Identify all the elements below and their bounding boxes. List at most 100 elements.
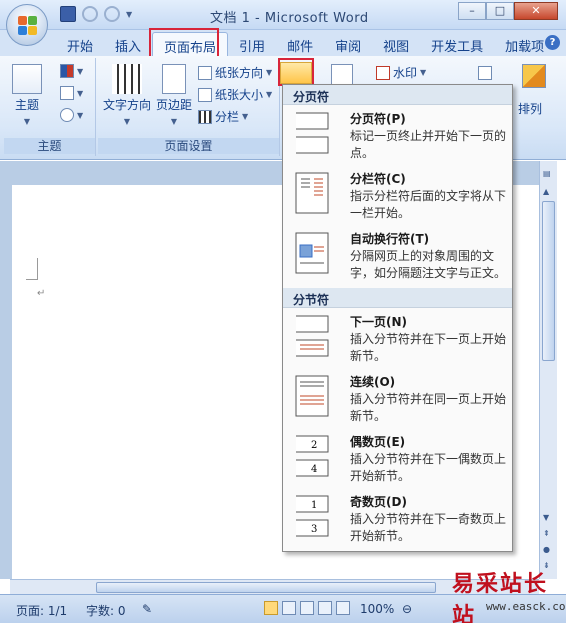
- text-direction-label: 文字方向: [102, 98, 151, 112]
- title-bar: ▼ 文档 1 - Microsoft Word – □ ✕: [0, 0, 566, 30]
- theme-effects-button[interactable]: ▼: [60, 108, 83, 122]
- tab-view[interactable]: 视图: [372, 32, 420, 56]
- minimize-button[interactable]: –: [458, 2, 486, 20]
- undo-icon[interactable]: [82, 6, 98, 22]
- ruler-toggle-icon[interactable]: ▤: [543, 169, 551, 178]
- continuous-title: 连续(O): [350, 375, 396, 389]
- active-tab-highlight: [149, 28, 219, 58]
- theme-fonts-icon: [60, 86, 74, 100]
- themes-group: 主题 ▼ ▼ ▼ ▼ 主题: [4, 58, 96, 156]
- continuous-desc: 插入分节符并在同一页上开始新节。: [350, 392, 507, 423]
- scroll-up-icon[interactable]: ▲: [543, 187, 549, 196]
- menu-item-text-wrapping[interactable]: 自动换行符(T) 分隔网页上的对象周围的文字，如分隔题注文字与正文。: [283, 225, 512, 288]
- text-direction-dropdown-icon: ▼: [123, 117, 131, 126]
- next-page-icon: [296, 315, 329, 357]
- size-label: 纸张大小: [215, 88, 264, 102]
- themes-button[interactable]: 主题 ▼: [10, 64, 44, 127]
- watermark-icon: [376, 65, 390, 80]
- theme-colors-button[interactable]: ▼: [60, 64, 83, 78]
- text-wrapping-title: 自动换行符(T): [350, 232, 430, 246]
- web-layout-icon[interactable]: [300, 601, 314, 615]
- draft-view-icon[interactable]: [336, 601, 350, 615]
- office-logo-icon: [18, 16, 38, 36]
- arrange-label: 排列: [518, 102, 543, 116]
- proofing-icon[interactable]: ✎: [142, 602, 152, 616]
- outline-view-icon[interactable]: [318, 601, 332, 615]
- site-watermark-logo: 易采站长站: [452, 571, 549, 623]
- prev-page-icon[interactable]: ⇞: [543, 529, 550, 538]
- orientation-label: 纸张方向: [215, 66, 264, 80]
- breaks-button-highlight: [278, 58, 314, 86]
- size-button[interactable]: 纸张大小 ▼: [198, 86, 272, 103]
- menu-item-column-break[interactable]: 分栏符(C) 指示分栏符后面的文字将从下一栏开始。: [283, 165, 512, 225]
- scroll-down-icon[interactable]: ▼: [543, 513, 549, 522]
- themes-dropdown-icon: ▼: [23, 117, 31, 126]
- text-wrapping-desc: 分隔网页上的对象周围的文字，如分隔题注文字与正文。: [350, 249, 507, 280]
- breaks-dropdown-menu: 分页符 分页符(P) 标记一页终止并开始下一页的点。 分栏符(C) 指示分栏符后…: [282, 84, 513, 552]
- even-page-desc: 插入分节符并在下一偶数页上开始新节。: [350, 452, 507, 483]
- word-count[interactable]: 字数: 0: [86, 602, 126, 619]
- menu-item-page-break[interactable]: 分页符(P) 标记一页终止并开始下一页的点。: [283, 105, 512, 165]
- page-setup-group: 文字方向 ▼ 页边距 ▼ 纸张方向 ▼ 纸张大小 ▼ 分栏 ▼ 页面设置: [98, 58, 280, 156]
- tab-developer[interactable]: 开发工具: [420, 32, 494, 56]
- text-wrapping-icon: [295, 232, 329, 274]
- vertical-scrollbar[interactable]: ▤ ▲ ▼ ⇞ ● ⇟: [539, 161, 557, 579]
- orientation-icon: [198, 65, 212, 80]
- theme-fonts-button[interactable]: ▼: [60, 86, 83, 100]
- zoom-level[interactable]: 100%: [360, 602, 394, 616]
- size-icon: [198, 87, 212, 102]
- orientation-button[interactable]: 纸张方向 ▼: [198, 64, 272, 81]
- text-direction-icon: [112, 64, 142, 94]
- tab-insert[interactable]: 插入: [104, 32, 152, 56]
- page-count[interactable]: 页面: 1/1: [16, 602, 67, 619]
- menu-item-next-page[interactable]: 下一页(N) 插入分节符并在下一页上开始新节。: [283, 308, 512, 368]
- indent-partial: [478, 66, 492, 80]
- columns-button[interactable]: 分栏 ▼: [198, 108, 248, 125]
- office-button[interactable]: [6, 4, 48, 46]
- print-layout-view-icon[interactable]: [264, 601, 278, 615]
- themes-icon: [12, 64, 42, 94]
- margins-icon: [162, 64, 186, 94]
- close-button[interactable]: ✕: [514, 2, 558, 20]
- tab-references[interactable]: 引用: [228, 32, 276, 56]
- redo-icon[interactable]: [104, 6, 120, 22]
- page-break-desc: 标记一页终止并开始下一页的点。: [350, 129, 507, 160]
- tab-mailings[interactable]: 邮件: [276, 32, 324, 56]
- arrange-button[interactable]: [514, 64, 554, 90]
- odd-icon-label-b: 3: [311, 524, 317, 535]
- margins-label: 页边距: [155, 98, 192, 112]
- vertical-scroll-thumb[interactable]: [542, 201, 555, 361]
- paragraph-icon: [478, 66, 492, 80]
- site-watermark-url: www.easck.com: [486, 600, 566, 613]
- margins-button[interactable]: 页边距 ▼: [154, 64, 194, 127]
- window-controls: – □ ✕: [458, 2, 558, 20]
- watermark-label: 水印: [393, 66, 418, 80]
- next-page-title: 下一页(N): [350, 315, 408, 329]
- menu-item-continuous[interactable]: 连续(O) 插入分节符并在同一页上开始新节。: [283, 368, 512, 428]
- menu-item-even-page[interactable]: 2 4 偶数页(E) 插入分节符并在下一偶数页上开始新节。: [283, 428, 512, 488]
- watermark-button[interactable]: 水印 ▼: [376, 64, 426, 81]
- window-title: 文档 1 - Microsoft Word: [210, 11, 369, 26]
- margins-dropdown-icon: ▼: [170, 117, 178, 126]
- odd-page-title: 奇数页(D): [350, 495, 407, 509]
- page-breaks-header: 分页符: [283, 85, 512, 105]
- zoom-out-icon[interactable]: ⊖: [402, 602, 412, 616]
- section-breaks-header: 分节符: [283, 288, 512, 308]
- text-direction-button[interactable]: 文字方向 ▼: [102, 64, 152, 127]
- horizontal-scroll-thumb[interactable]: [96, 582, 436, 593]
- full-screen-reading-icon[interactable]: [282, 601, 296, 615]
- ribbon-tabs: 开始 插入 页面布局 引用 邮件 审阅 视图 开发工具 加载项: [56, 32, 555, 56]
- customize-qat-icon[interactable]: ▼: [126, 10, 132, 19]
- columns-icon: [198, 109, 212, 124]
- tab-review[interactable]: 审阅: [324, 32, 372, 56]
- column-break-icon: [295, 172, 329, 214]
- tab-home[interactable]: 开始: [56, 32, 104, 56]
- ribbon-tab-row: 开始 插入 页面布局 引用 邮件 审阅 视图 开发工具 加载项 ?: [0, 30, 566, 56]
- menu-item-odd-page[interactable]: 1 3 奇数页(D) 插入分节符并在下一奇数页上开始新节。: [283, 488, 512, 548]
- help-icon[interactable]: ?: [545, 35, 560, 50]
- quick-access-toolbar: ▼: [60, 6, 132, 22]
- save-icon[interactable]: [60, 6, 76, 22]
- odd-page-desc: 插入分节符并在下一奇数页上开始新节。: [350, 512, 507, 543]
- browse-object-icon[interactable]: ●: [543, 545, 550, 554]
- restore-button[interactable]: □: [486, 2, 514, 20]
